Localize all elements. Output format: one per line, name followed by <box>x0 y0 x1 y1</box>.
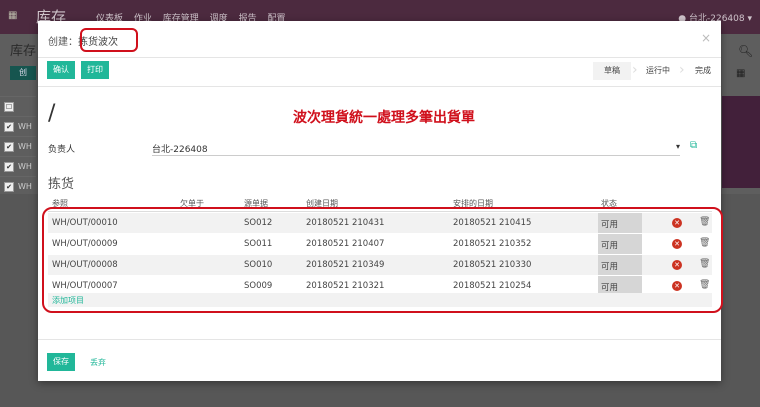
close-icon[interactable]: × <box>701 31 711 45</box>
list-item[interactable]: ✔ WH <box>0 136 36 157</box>
external-link-icon[interactable]: ⧉ <box>690 140 697 151</box>
responsible-label: 负责人 <box>48 145 76 155</box>
print-button[interactable]: 打印 <box>81 61 109 79</box>
calendar-icon[interactable]: ▦ <box>736 68 745 79</box>
dialog-header: 创建：拣货波次 × <box>38 21 721 58</box>
table-highlight-box <box>42 207 723 313</box>
confirm-button[interactable]: 确认 <box>47 61 75 79</box>
annotation-text: 波次理貨統一處理多筆出貨單 <box>293 110 475 126</box>
discard-button[interactable]: 丢弃 <box>90 357 106 368</box>
create-batch-dialog: 创建：拣货波次 × 确认 打印 草稿 › 运行中 › 完成 / 波次理貨統一處理… <box>38 21 723 382</box>
apps-icon[interactable]: ▦ <box>8 10 17 21</box>
stage-draft[interactable]: 草稿 <box>593 62 631 80</box>
list-item[interactable]: ✔ WH <box>0 116 36 137</box>
list-item[interactable]: ✔ WH <box>0 156 36 177</box>
record-name[interactable]: / <box>48 101 55 126</box>
search-icon[interactable]: 🔍︎ <box>738 44 753 58</box>
background-create-button[interactable]: 创 <box>10 66 36 80</box>
title-highlight-box <box>80 28 138 52</box>
section-title: 拣货 <box>48 177 75 192</box>
stage-running[interactable]: 运行中 <box>646 62 670 80</box>
chevron-right-icon: › <box>679 62 685 78</box>
background-page-title: 库存 <box>10 44 37 59</box>
status-bar: 确认 打印 草稿 › 运行中 › 完成 <box>38 58 721 87</box>
list-item[interactable]: ☐ <box>0 96 36 117</box>
stage-done[interactable]: 完成 <box>695 62 711 80</box>
responsible-field[interactable]: 台北-226408 <box>152 142 680 156</box>
chevron-right-icon: › <box>632 62 638 78</box>
dialog-footer: 保存 丢弃 <box>38 339 721 382</box>
save-button[interactable]: 保存 <box>47 353 75 371</box>
background-panel-edge <box>722 96 760 188</box>
chevron-down-icon[interactable]: ▾ <box>676 142 680 151</box>
